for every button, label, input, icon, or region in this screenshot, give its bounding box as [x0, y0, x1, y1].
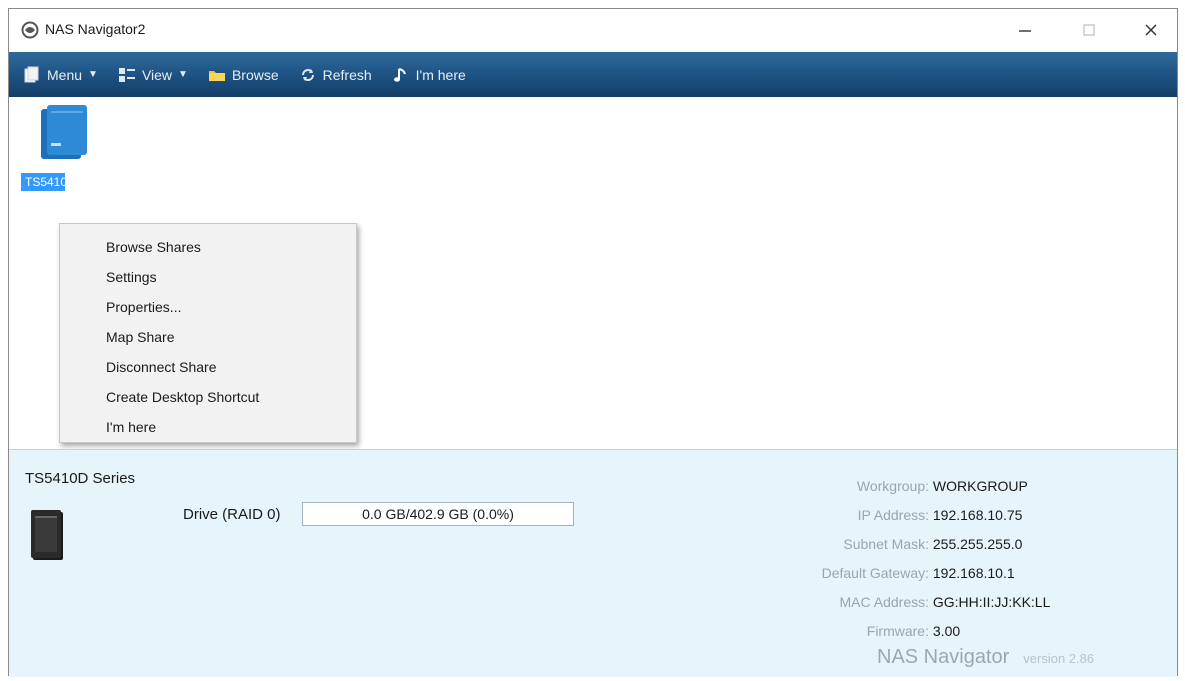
- chevron-down-icon: ▼: [88, 69, 98, 80]
- workgroup-key: Workgroup:: [856, 478, 929, 494]
- view-button[interactable]: View ▼: [112, 60, 194, 90]
- browse-button[interactable]: Browse: [202, 60, 285, 90]
- minimize-icon: [1019, 30, 1031, 32]
- firmware-row: Firmware: 3.00: [769, 617, 1149, 646]
- maximize-icon: [1083, 24, 1095, 36]
- nas-hardware-icon: [29, 506, 65, 564]
- ip-row: IP Address: 192.168.10.75: [769, 501, 1149, 530]
- menu-item-settings[interactable]: Settings: [60, 262, 356, 292]
- menu-item-im-here[interactable]: I'm here: [60, 412, 356, 442]
- view-icon: [118, 67, 135, 82]
- app-logo-icon: [21, 21, 39, 39]
- music-note-icon: [393, 67, 406, 82]
- nas-device-icon[interactable]: [37, 103, 93, 161]
- mac-value: GG:HH:II:JJ:KK:LL: [932, 594, 1051, 610]
- drive-label: Drive (RAID 0): [183, 506, 281, 523]
- subnet-value: 255.255.255.0: [932, 536, 1023, 552]
- menu-icon: [24, 66, 39, 82]
- version-label: version 2.86: [1023, 651, 1095, 666]
- device-label[interactable]: TS5410D: [21, 173, 65, 191]
- refresh-label: Refresh: [322, 66, 372, 83]
- device-info-panel: TS5410D Series Drive (RAID 0) 0.0 GB/402…: [9, 449, 1177, 677]
- folder-icon: [208, 70, 225, 81]
- menu-item-browse-shares[interactable]: Browse Shares: [60, 232, 356, 262]
- minimize-button[interactable]: [1003, 15, 1047, 45]
- window-title: NAS Navigator2: [45, 21, 146, 37]
- context-menu: Browse Shares Settings Properties... Map…: [59, 223, 357, 443]
- maximize-button[interactable]: [1067, 15, 1111, 45]
- mac-key: MAC Address:: [839, 594, 929, 610]
- im-here-label: I'm here: [415, 66, 466, 83]
- refresh-icon: [301, 68, 314, 81]
- close-icon: [1145, 24, 1157, 36]
- im-here-button[interactable]: I'm here: [386, 60, 472, 90]
- menu-item-properties[interactable]: Properties...: [60, 292, 356, 322]
- workgroup-row: Workgroup: WORKGROUP: [769, 472, 1149, 501]
- workgroup-value: WORKGROUP: [932, 478, 1028, 494]
- menu-item-map-share[interactable]: Map Share: [60, 322, 356, 352]
- firmware-key: Firmware:: [866, 623, 929, 639]
- gateway-key: Default Gateway:: [821, 565, 929, 581]
- refresh-button[interactable]: Refresh: [293, 60, 378, 90]
- mac-row: MAC Address: GG:HH:II:JJ:KK:LL: [769, 588, 1149, 617]
- subnet-row: Subnet Mask: 255.255.255.0: [769, 530, 1149, 559]
- menu-label: Menu: [47, 66, 83, 83]
- app-window: NAS Navigator2 Menu ▼ View ▼ Browse Refr…: [8, 8, 1178, 677]
- device-series: TS5410D Series: [25, 470, 136, 487]
- chevron-down-icon: ▼: [178, 69, 188, 80]
- drive-usage-text: 0.0 GB/402.9 GB (0.0%): [362, 506, 514, 522]
- device-list[interactable]: TS5410D Browse Shares Settings Propertie…: [9, 97, 1177, 453]
- gateway-row: Default Gateway: 192.168.10.1: [769, 559, 1149, 588]
- menu-button[interactable]: Menu ▼: [17, 60, 104, 90]
- gateway-value: 192.168.10.1: [932, 565, 1015, 581]
- title-bar[interactable]: NAS Navigator2: [9, 9, 1177, 51]
- ip-value: 192.168.10.75: [932, 507, 1023, 523]
- toolbar: Menu ▼ View ▼ Browse Refresh I'm here: [9, 52, 1177, 97]
- view-label: View: [141, 66, 173, 83]
- browse-label: Browse: [231, 66, 279, 83]
- brand-logo: NAS Navigator version 2.86: [877, 646, 1094, 669]
- firmware-value: 3.00: [932, 623, 961, 639]
- ip-key: IP Address:: [857, 507, 929, 523]
- brand-name: NAS Navigator: [877, 646, 1010, 668]
- close-button[interactable]: [1129, 15, 1173, 45]
- subnet-key: Subnet Mask:: [843, 536, 929, 552]
- menu-item-disconnect-share[interactable]: Disconnect Share: [60, 352, 356, 382]
- menu-item-create-desktop-shortcut[interactable]: Create Desktop Shortcut: [60, 382, 356, 412]
- drive-usage-bar: 0.0 GB/402.9 GB (0.0%): [302, 502, 574, 526]
- network-properties: Workgroup: WORKGROUP IP Address: 192.168…: [769, 472, 1149, 646]
